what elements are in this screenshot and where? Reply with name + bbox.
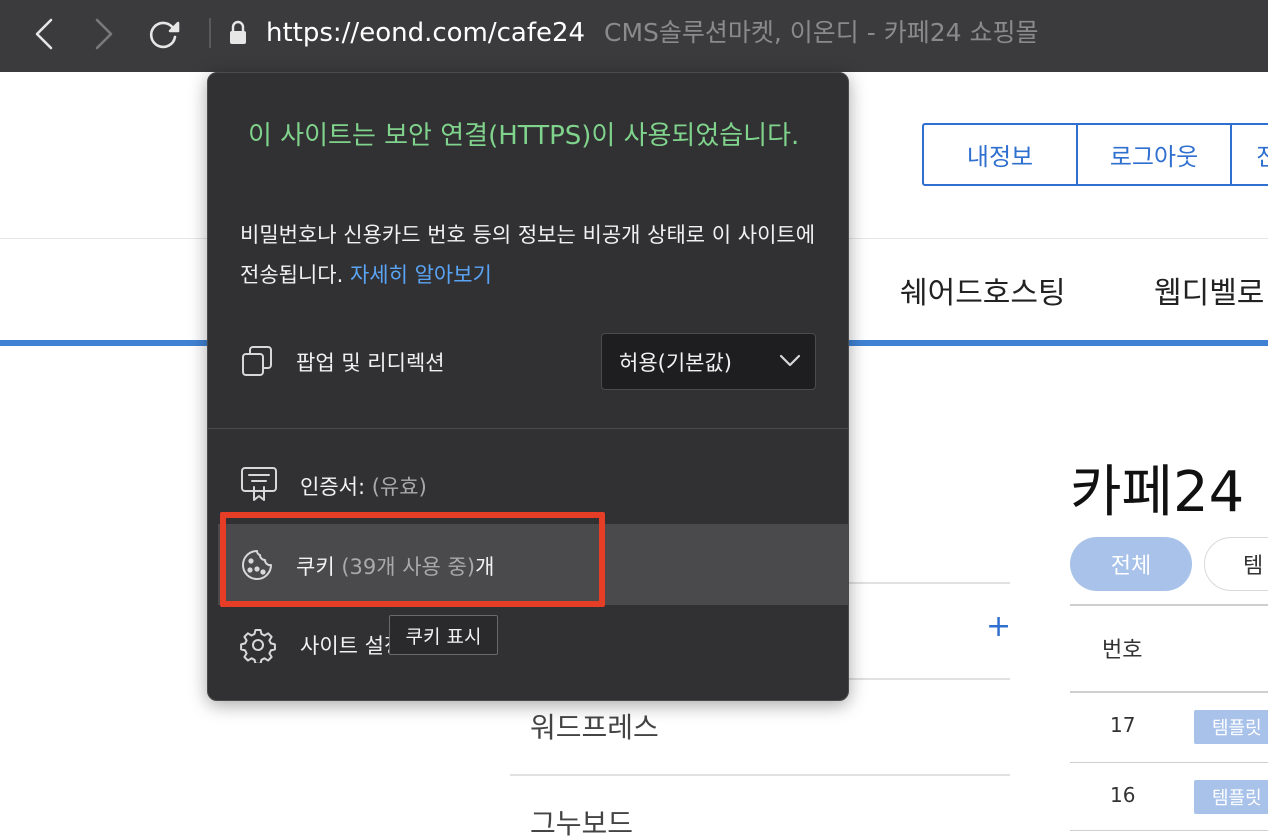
table-header-number: 번호 bbox=[1102, 638, 1143, 663]
page-heading: 카페24 bbox=[1070, 460, 1245, 525]
table-header-border bbox=[1070, 691, 1268, 693]
my-info-button[interactable]: 내정보 bbox=[924, 125, 1078, 184]
sidebar-divider bbox=[510, 774, 1010, 776]
highlight-box bbox=[220, 512, 605, 607]
popups-permission-value: 허용(기본값) bbox=[619, 350, 732, 375]
toolbar-separator bbox=[209, 18, 211, 48]
sidebar-item-wordpress[interactable]: 워드프레스 bbox=[530, 706, 659, 746]
table-cell-number: 16 bbox=[1110, 783, 1136, 807]
chevron-down-icon bbox=[779, 354, 801, 367]
sidebar-item-gnuboard[interactable]: 그누보드 bbox=[530, 802, 633, 836]
table-cell-number: 17 bbox=[1110, 713, 1136, 737]
table-top-border bbox=[1070, 604, 1268, 606]
account-button-group: 내정보 로그아웃 진 bbox=[922, 123, 1268, 186]
connection-secure-title: 이 사이트는 보안 연결(HTTPS)이 사용되었습니다. bbox=[248, 121, 800, 151]
reload-icon bbox=[149, 21, 180, 49]
logout-button[interactable]: 로그아웃 bbox=[1078, 125, 1232, 184]
certificate-label: 인증서: bbox=[300, 475, 366, 499]
category-badge[interactable]: 템플릿 bbox=[1194, 710, 1268, 744]
menu-item-shared-hosting[interactable]: 쉐어드호스팅 bbox=[900, 268, 1066, 312]
gear-icon bbox=[240, 627, 276, 667]
site-settings-label[interactable]: 사이트 설정 bbox=[300, 630, 396, 660]
filter-all-button[interactable]: 전체 bbox=[1070, 537, 1192, 591]
address-bar-url[interactable]: https://eond.com/cafe24 bbox=[266, 14, 585, 52]
site-info-popup: 이 사이트는 보안 연결(HTTPS)이 사용되었습니다. 비밀번호나 신용카드… bbox=[207, 72, 849, 701]
chevron-left-icon bbox=[35, 18, 53, 50]
description-text: 비밀번호나 신용카드 번호 등의 정보는 비공개 상태로 이 사이트에 전송됩니… bbox=[240, 223, 816, 287]
popups-redirects-label: 팝업 및 리디렉션 bbox=[296, 351, 445, 375]
certificate-status: (유효) bbox=[371, 475, 427, 499]
category-badge[interactable]: 템플릿 bbox=[1194, 780, 1268, 814]
forward-button[interactable] bbox=[86, 14, 122, 54]
tab-page-title: CMS솔루션마켓, 이온디 - 카페24 쇼핑몰 bbox=[604, 18, 1039, 47]
certificate-row[interactable]: 인증서: (유효) bbox=[300, 471, 427, 501]
table-row-border bbox=[1070, 830, 1268, 831]
certificate-icon bbox=[240, 465, 278, 507]
expand-plus-icon[interactable]: + bbox=[986, 612, 1011, 642]
popup-window-icon bbox=[240, 344, 274, 382]
back-button[interactable] bbox=[26, 14, 62, 54]
learn-more-link[interactable]: 자세히 알아보기 bbox=[350, 263, 492, 287]
cookies-tooltip: 쿠키 표시 bbox=[389, 615, 498, 655]
filter-template-button[interactable]: 템 bbox=[1204, 537, 1268, 591]
table-row-border bbox=[1070, 762, 1268, 763]
browser-toolbar: https://eond.com/cafe24 CMS솔루션마켓, 이온디 - … bbox=[0, 0, 1268, 72]
account-button-partial[interactable]: 진 bbox=[1232, 125, 1268, 184]
reload-button[interactable] bbox=[146, 14, 182, 54]
connection-secure-description: 비밀번호나 신용카드 번호 등의 정보는 비공개 상태로 이 사이트에 전송됩니… bbox=[240, 215, 825, 295]
popups-permission-select[interactable]: 허용(기본값) bbox=[601, 333, 816, 390]
popup-divider bbox=[208, 428, 848, 429]
menu-item-web-developer[interactable]: 웹디벨로 bbox=[1154, 268, 1264, 312]
lock-icon[interactable] bbox=[228, 20, 248, 50]
chevron-right-icon bbox=[95, 18, 113, 50]
